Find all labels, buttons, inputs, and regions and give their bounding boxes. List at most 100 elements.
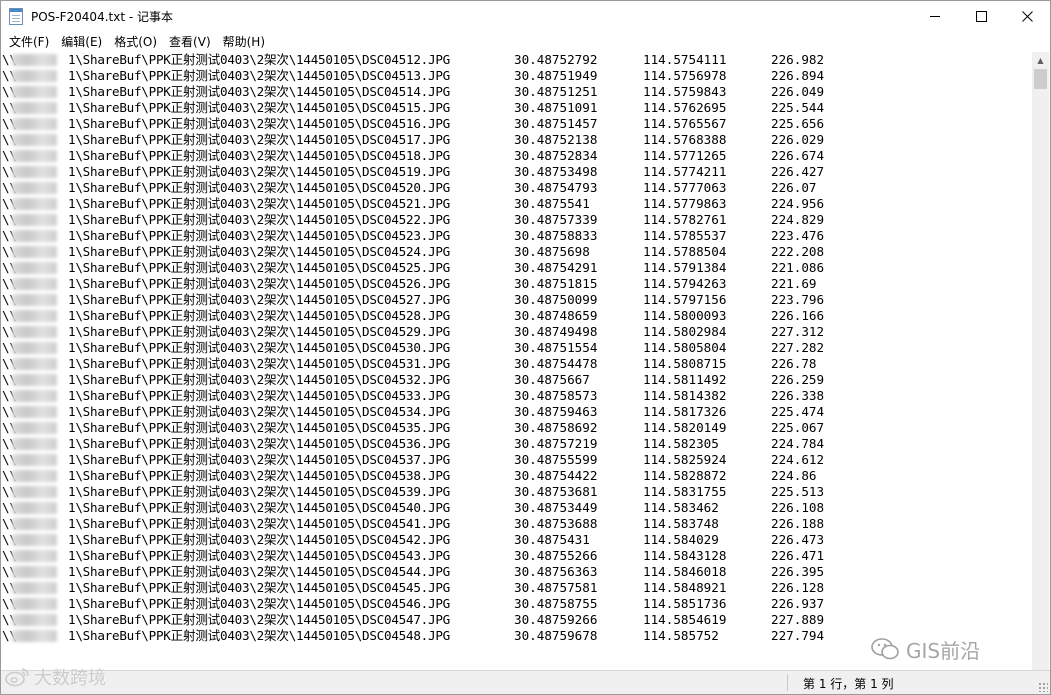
redacted-host-blur (12, 86, 57, 98)
menu-format[interactable]: 格式(O) (108, 32, 163, 52)
watermark-gis: GIS前沿 (870, 634, 980, 664)
latitude-value: 30.48751091 (514, 100, 598, 115)
altitude-value: 222.208 (771, 244, 825, 259)
text-line: \\ 1\ShareBuf\PPK正射测试0403\2架次\14450105\D… (2, 100, 1032, 116)
text-line: \\ 1\ShareBuf\PPK正射测试0403\2架次\14450105\D… (2, 596, 1032, 612)
file-path: \\ 1\ShareBuf\PPK正射测试0403\2架次\14450105\D… (2, 628, 450, 643)
file-path: \\ 1\ShareBuf\PPK正射测试0403\2架次\14450105\D… (2, 148, 450, 163)
redacted-host-blur (12, 182, 57, 194)
altitude-value: 226.07 (771, 180, 817, 195)
latitude-value: 30.48755599 (514, 452, 598, 467)
altitude-value: 225.656 (771, 116, 825, 131)
text-line: \\ 1\ShareBuf\PPK正射测试0403\2架次\14450105\D… (2, 292, 1032, 308)
text-line: \\ 1\ShareBuf\PPK正射测试0403\2架次\14450105\D… (2, 484, 1032, 500)
menu-file[interactable]: 文件(F) (3, 32, 55, 52)
text-line: \\ 1\ShareBuf\PPK正射测试0403\2架次\14450105\D… (2, 260, 1032, 276)
text-line: \\ 1\ShareBuf\PPK正射测试0403\2架次\14450105\D… (2, 580, 1032, 596)
redacted-host-blur (12, 406, 57, 418)
menu-edit[interactable]: 编辑(E) (55, 32, 108, 52)
longitude-value: 114.5788504 (643, 244, 727, 259)
text-editor-area[interactable]: \\ 1\ShareBuf\PPK正射测试0403\2架次\14450105\D… (2, 52, 1032, 671)
title-bar[interactable]: POS-F20404.txt - 记事本 (1, 1, 1050, 32)
redacted-host-blur (12, 486, 57, 498)
file-path: \\ 1\ShareBuf\PPK正射测试0403\2架次\14450105\D… (2, 212, 450, 227)
longitude-value: 114.5825924 (643, 452, 727, 467)
longitude-value: 114.5754111 (643, 52, 727, 67)
latitude-value: 30.48754422 (514, 468, 598, 483)
latitude-value: 30.48751457 (514, 116, 598, 131)
altitude-value: 226.937 (771, 596, 825, 611)
altitude-value: 227.889 (771, 612, 825, 627)
latitude-value: 30.48751815 (514, 276, 598, 291)
text-line: \\ 1\ShareBuf\PPK正射测试0403\2架次\14450105\D… (2, 436, 1032, 452)
longitude-value: 114.5828872 (643, 468, 727, 483)
latitude-value: 30.48754291 (514, 260, 598, 275)
longitude-value: 114.5851736 (643, 596, 727, 611)
altitude-value: 227.312 (771, 324, 825, 339)
latitude-value: 30.48758573 (514, 388, 598, 403)
longitude-value: 114.5794263 (643, 276, 727, 291)
altitude-value: 226.982 (771, 52, 825, 67)
menu-view[interactable]: 查看(V) (163, 32, 217, 52)
file-path: \\ 1\ShareBuf\PPK正射测试0403\2架次\14450105\D… (2, 404, 450, 419)
latitude-value: 30.48753681 (514, 484, 598, 499)
vertical-scrollbar[interactable]: ▲ (1032, 52, 1049, 671)
longitude-value: 114.5817326 (643, 404, 727, 419)
status-divider (787, 674, 788, 691)
altitude-value: 224.784 (771, 436, 825, 451)
close-button[interactable] (1004, 1, 1050, 32)
text-line: \\ 1\ShareBuf\PPK正射测试0403\2架次\14450105\D… (2, 148, 1032, 164)
file-path: \\ 1\ShareBuf\PPK正射测试0403\2架次\14450105\D… (2, 164, 450, 179)
minimize-button[interactable] (912, 1, 958, 32)
altitude-value: 227.794 (771, 628, 825, 643)
latitude-value: 30.48750099 (514, 292, 598, 307)
latitude-value: 30.4875667 (514, 372, 590, 387)
weibo-logo-icon (5, 668, 29, 687)
scrollbar-thumb[interactable] (1034, 69, 1047, 89)
altitude-value: 226.674 (771, 148, 825, 163)
altitude-value: 226.78 (771, 356, 817, 371)
latitude-value: 30.48753688 (514, 516, 598, 531)
resize-grip-icon[interactable] (1038, 682, 1048, 692)
text-line: \\ 1\ShareBuf\PPK正射测试0403\2架次\14450105\D… (2, 612, 1032, 628)
redacted-host-blur (12, 614, 57, 626)
file-path: \\ 1\ShareBuf\PPK正射测试0403\2架次\14450105\D… (2, 228, 450, 243)
altitude-value: 226.471 (771, 548, 825, 563)
scroll-up-arrow-icon[interactable]: ▲ (1032, 56, 1049, 65)
longitude-value: 114.5768388 (643, 132, 727, 147)
menu-help[interactable]: 帮助(H) (217, 32, 271, 52)
altitude-value: 225.474 (771, 404, 825, 419)
altitude-value: 224.956 (771, 196, 825, 211)
longitude-value: 114.5777063 (643, 180, 727, 195)
redacted-host-blur (12, 550, 57, 562)
altitude-value: 226.029 (771, 132, 825, 147)
redacted-host-blur (12, 326, 57, 338)
file-path: \\ 1\ShareBuf\PPK正射测试0403\2架次\14450105\D… (2, 532, 450, 547)
file-path: \\ 1\ShareBuf\PPK正射测试0403\2架次\14450105\D… (2, 68, 450, 83)
longitude-value: 114.584029 (643, 532, 719, 547)
altitude-value: 226.108 (771, 500, 825, 515)
latitude-value: 30.48755266 (514, 548, 598, 563)
longitude-value: 114.5774211 (643, 164, 727, 179)
text-line: \\ 1\ShareBuf\PPK正射测试0403\2架次\14450105\D… (2, 452, 1032, 468)
latitude-value: 30.48759266 (514, 612, 598, 627)
redacted-host-blur (12, 566, 57, 578)
redacted-host-blur (12, 294, 57, 306)
altitude-value: 221.086 (771, 260, 825, 275)
longitude-value: 114.5785537 (643, 228, 727, 243)
latitude-value: 30.48752792 (514, 52, 598, 67)
text-line: \\ 1\ShareBuf\PPK正射测试0403\2架次\14450105\D… (2, 228, 1032, 244)
text-line: \\ 1\ShareBuf\PPK正射测试0403\2架次\14450105\D… (2, 276, 1032, 292)
longitude-value: 114.5814382 (643, 388, 727, 403)
maximize-button[interactable] (958, 1, 1004, 32)
latitude-value: 30.48757339 (514, 212, 598, 227)
file-path: \\ 1\ShareBuf\PPK正射测试0403\2架次\14450105\D… (2, 500, 450, 515)
longitude-value: 114.5782761 (643, 212, 727, 227)
latitude-value: 30.48752138 (514, 132, 598, 147)
redacted-host-blur (12, 534, 57, 546)
file-path: \\ 1\ShareBuf\PPK正射测试0403\2架次\14450105\D… (2, 292, 450, 307)
latitude-value: 30.48748659 (514, 308, 598, 323)
latitude-value: 30.48749498 (514, 324, 598, 339)
altitude-value: 226.259 (771, 372, 825, 387)
altitude-value: 226.338 (771, 388, 825, 403)
